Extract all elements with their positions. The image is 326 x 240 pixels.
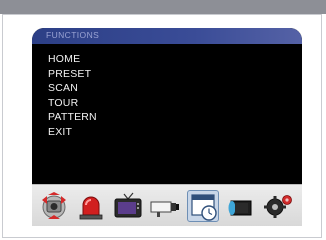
osd-title: FUNCTIONS [46,30,100,40]
menu-item-scan[interactable]: SCAN [48,81,97,96]
function-menu: HOME PRESET SCAN TOUR PATTERN EXIT [48,52,97,140]
alarm-light-icon[interactable] [75,190,107,222]
menu-item-preset[interactable]: PRESET [48,67,97,82]
record-tape-icon[interactable] [225,190,257,222]
menu-item-tour[interactable]: TOUR [48,96,97,111]
osd-title-bar: FUNCTIONS [32,28,302,44]
menu-item-pattern[interactable]: PATTERN [48,110,97,125]
schedule-clock-icon[interactable] [187,190,219,222]
menu-item-exit[interactable]: EXIT [48,125,97,140]
settings-gear-icon[interactable] [262,190,294,222]
icon-toolbar [32,184,302,226]
osd-panel: FUNCTIONS HOME PRESET SCAN TOUR PATTERN … [32,28,302,226]
monitor-icon[interactable] [112,190,144,222]
ptz-camera-icon[interactable] [38,190,70,222]
camera-icon[interactable] [149,190,181,222]
menu-item-home[interactable]: HOME [48,52,97,67]
page: FUNCTIONS HOME PRESET SCAN TOUR PATTERN … [0,0,326,240]
top-bar [0,0,326,14]
